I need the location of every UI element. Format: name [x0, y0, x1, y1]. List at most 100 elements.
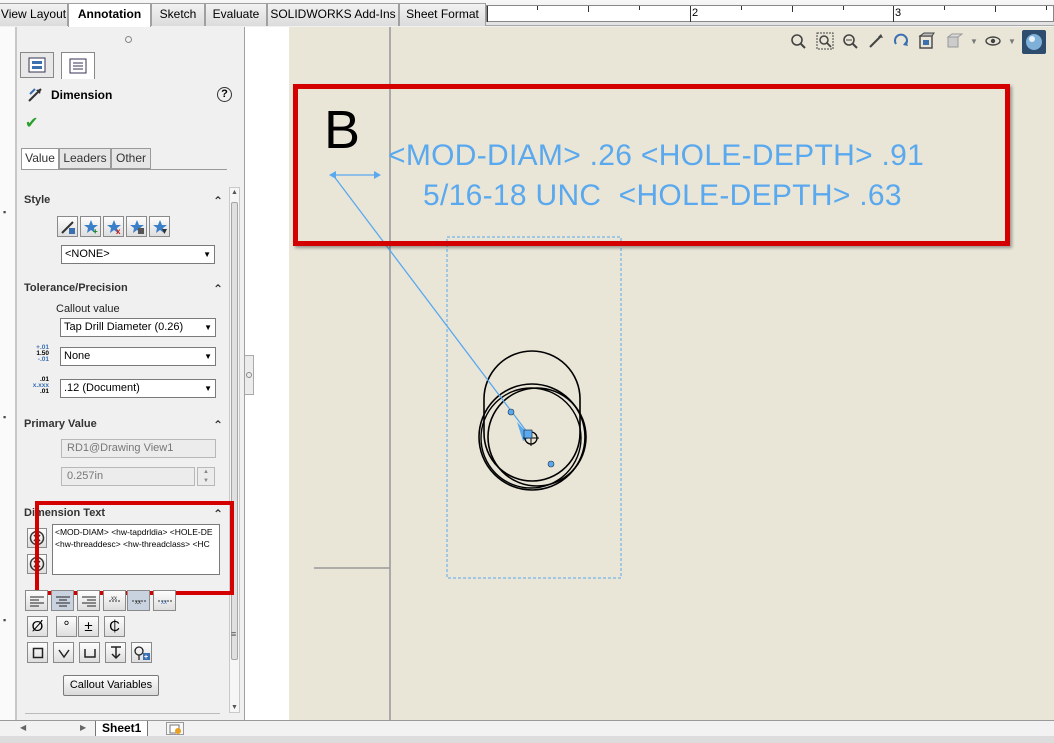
more-symbols-icon: +	[133, 645, 150, 661]
style-save-button[interactable]	[126, 216, 147, 237]
property-manager-tab[interactable]	[61, 52, 95, 79]
chevron-up-icon[interactable]: ⌃	[213, 282, 223, 296]
tab-sheet1[interactable]: Sheet1	[95, 721, 149, 737]
nav-next-icon[interactable]: ▶	[80, 723, 86, 732]
callout-variables-button[interactable]: Callout Variables	[63, 675, 159, 696]
spin-down-icon[interactable]: ▼	[198, 477, 214, 486]
feature-tree-icon	[28, 57, 46, 73]
group-header-tolerance[interactable]: Tolerance/Precision ⌃	[24, 282, 223, 302]
text-position-icon: xx	[131, 600, 146, 606]
square-symbol-button[interactable]	[27, 642, 48, 663]
primary-value-field: 0.257in	[61, 467, 195, 486]
leader-handle[interactable]	[547, 460, 555, 468]
degree-symbol-button[interactable]: °	[56, 616, 77, 637]
spin-up-icon[interactable]: ▲	[198, 468, 214, 477]
tab-sheet-format[interactable]: Sheet Format	[399, 3, 486, 26]
text-above-button[interactable]: xx	[103, 590, 126, 611]
panel-grip[interactable]	[125, 36, 132, 43]
highlight-box-dimension-text	[35, 501, 234, 595]
tab-view-layout[interactable]: View Layout	[0, 3, 68, 26]
star-add-icon: +	[83, 219, 98, 235]
grip-icon: ≡	[231, 629, 237, 639]
dropdown-arrow-icon[interactable]: ▼	[204, 380, 212, 397]
slot-outline[interactable]	[483, 350, 581, 482]
unit-precision-icon: .01 x.xxx .01	[27, 376, 49, 395]
style-apply-default-button[interactable]	[57, 216, 78, 237]
tolerance-type-select[interactable]: None ▼	[60, 347, 216, 366]
countersink-icon	[57, 649, 70, 658]
chevron-up-icon[interactable]: ⌃	[213, 194, 223, 208]
horizontal-ruler: 2 3	[486, 5, 1054, 22]
depth-icon	[110, 645, 121, 659]
drawing-canvas[interactable]: ▼ ▼ B <MOD-DIAM> .26 <HOLE-DEPTH> .91 5/	[289, 27, 1054, 720]
property-manager: Dimension ? ✔ Value Leaders Other ▲ ≡ ▼ …	[16, 27, 245, 720]
help-icon[interactable]: ?	[217, 87, 232, 102]
status-bar	[0, 736, 1054, 743]
leader-handle[interactable]	[507, 408, 515, 416]
svg-text:xx: xx	[161, 600, 167, 606]
feature-manager-tab[interactable]	[20, 52, 54, 78]
style-load-button[interactable]	[149, 216, 170, 237]
splitter-handle[interactable]	[245, 355, 254, 395]
align-center-icon	[55, 596, 70, 606]
precision-select[interactable]: .12 (Document) ▼	[60, 379, 216, 398]
dropdown-arrow-icon[interactable]: ▼	[204, 319, 212, 336]
sheet-tabs-bar: ◀ ▶ Sheet1	[0, 720, 1054, 737]
more-symbols-button[interactable]: +	[131, 642, 152, 663]
style-delete-button[interactable]: x	[103, 216, 124, 237]
group-title: Tolerance/Precision	[24, 282, 128, 294]
star-load-icon	[152, 219, 167, 234]
callout-value-select[interactable]: Tap Drill Diameter (0.26) ▼	[60, 318, 216, 337]
svg-text:+: +	[144, 654, 148, 661]
next-group-header	[25, 713, 220, 714]
view-bounding-box[interactable]	[446, 236, 622, 579]
subtab-other[interactable]: Other	[111, 148, 151, 169]
group-header-style[interactable]: Style ⌃	[24, 194, 223, 214]
add-sheet-icon[interactable]	[166, 722, 184, 735]
style-select[interactable]: <NONE> ▼	[61, 245, 215, 264]
diameter-symbol-button[interactable]: Ø	[27, 616, 48, 637]
subtab-value[interactable]: Value	[21, 148, 59, 169]
divider	[21, 169, 227, 170]
nav-first-icon[interactable]: ◀	[20, 723, 26, 732]
scroll-up-icon[interactable]: ▲	[231, 189, 238, 196]
text-below-button[interactable]: xx	[153, 590, 176, 611]
dropdown-arrow-icon[interactable]: ▼	[204, 348, 212, 365]
chevron-up-icon[interactable]: ⌃	[213, 418, 223, 432]
select-value: None	[64, 350, 91, 362]
tab-sketch[interactable]: Sketch	[151, 3, 205, 26]
svg-text:xx: xx	[135, 600, 141, 606]
panel-scrollbar[interactable]: ▲ ≡ ▼	[229, 187, 240, 713]
star-save-icon	[129, 219, 144, 234]
panel-splitter[interactable]	[245, 27, 289, 720]
property-manager-title: Dimension	[51, 88, 113, 102]
tab-annotation[interactable]: Annotation	[68, 3, 151, 27]
depth-symbol-button[interactable]	[105, 642, 126, 663]
scroll-down-icon[interactable]: ▼	[231, 704, 238, 711]
degree-icon: °	[63, 618, 70, 635]
tab-solidworks-addins[interactable]: SOLIDWORKS Add-Ins	[267, 3, 399, 26]
ruler-number: 3	[895, 7, 902, 19]
style-default-icon	[60, 220, 75, 234]
style-add-button[interactable]: +	[80, 216, 101, 237]
align-center-button[interactable]	[51, 590, 74, 611]
text-inline-button[interactable]: xx	[127, 590, 150, 611]
callout-value-label: Callout value	[56, 303, 120, 315]
primary-value-reference-field: RD1@Drawing View1	[61, 439, 216, 458]
plus-minus-symbol-button[interactable]: ±	[78, 616, 99, 637]
dropdown-arrow-icon[interactable]: ▼	[203, 246, 211, 263]
group-header-primary-value[interactable]: Primary Value ⌃	[24, 418, 223, 438]
ok-check-icon[interactable]: ✔	[25, 113, 38, 133]
star-delete-icon: x	[106, 219, 121, 235]
countersink-symbol-button[interactable]	[53, 642, 74, 663]
text-position-icon: xx	[157, 600, 172, 606]
leader-attach-point[interactable]	[523, 429, 533, 439]
subtab-leaders[interactable]: Leaders	[59, 148, 111, 169]
property-list-icon	[69, 58, 87, 74]
align-right-button[interactable]	[77, 590, 100, 611]
centerline-symbol-button[interactable]: ₵	[104, 616, 125, 637]
tab-evaluate[interactable]: Evaluate	[205, 3, 267, 26]
align-left-button[interactable]	[25, 590, 48, 611]
value-spinner[interactable]: ▲ ▼	[197, 467, 215, 486]
counterbore-symbol-button[interactable]	[79, 642, 100, 663]
